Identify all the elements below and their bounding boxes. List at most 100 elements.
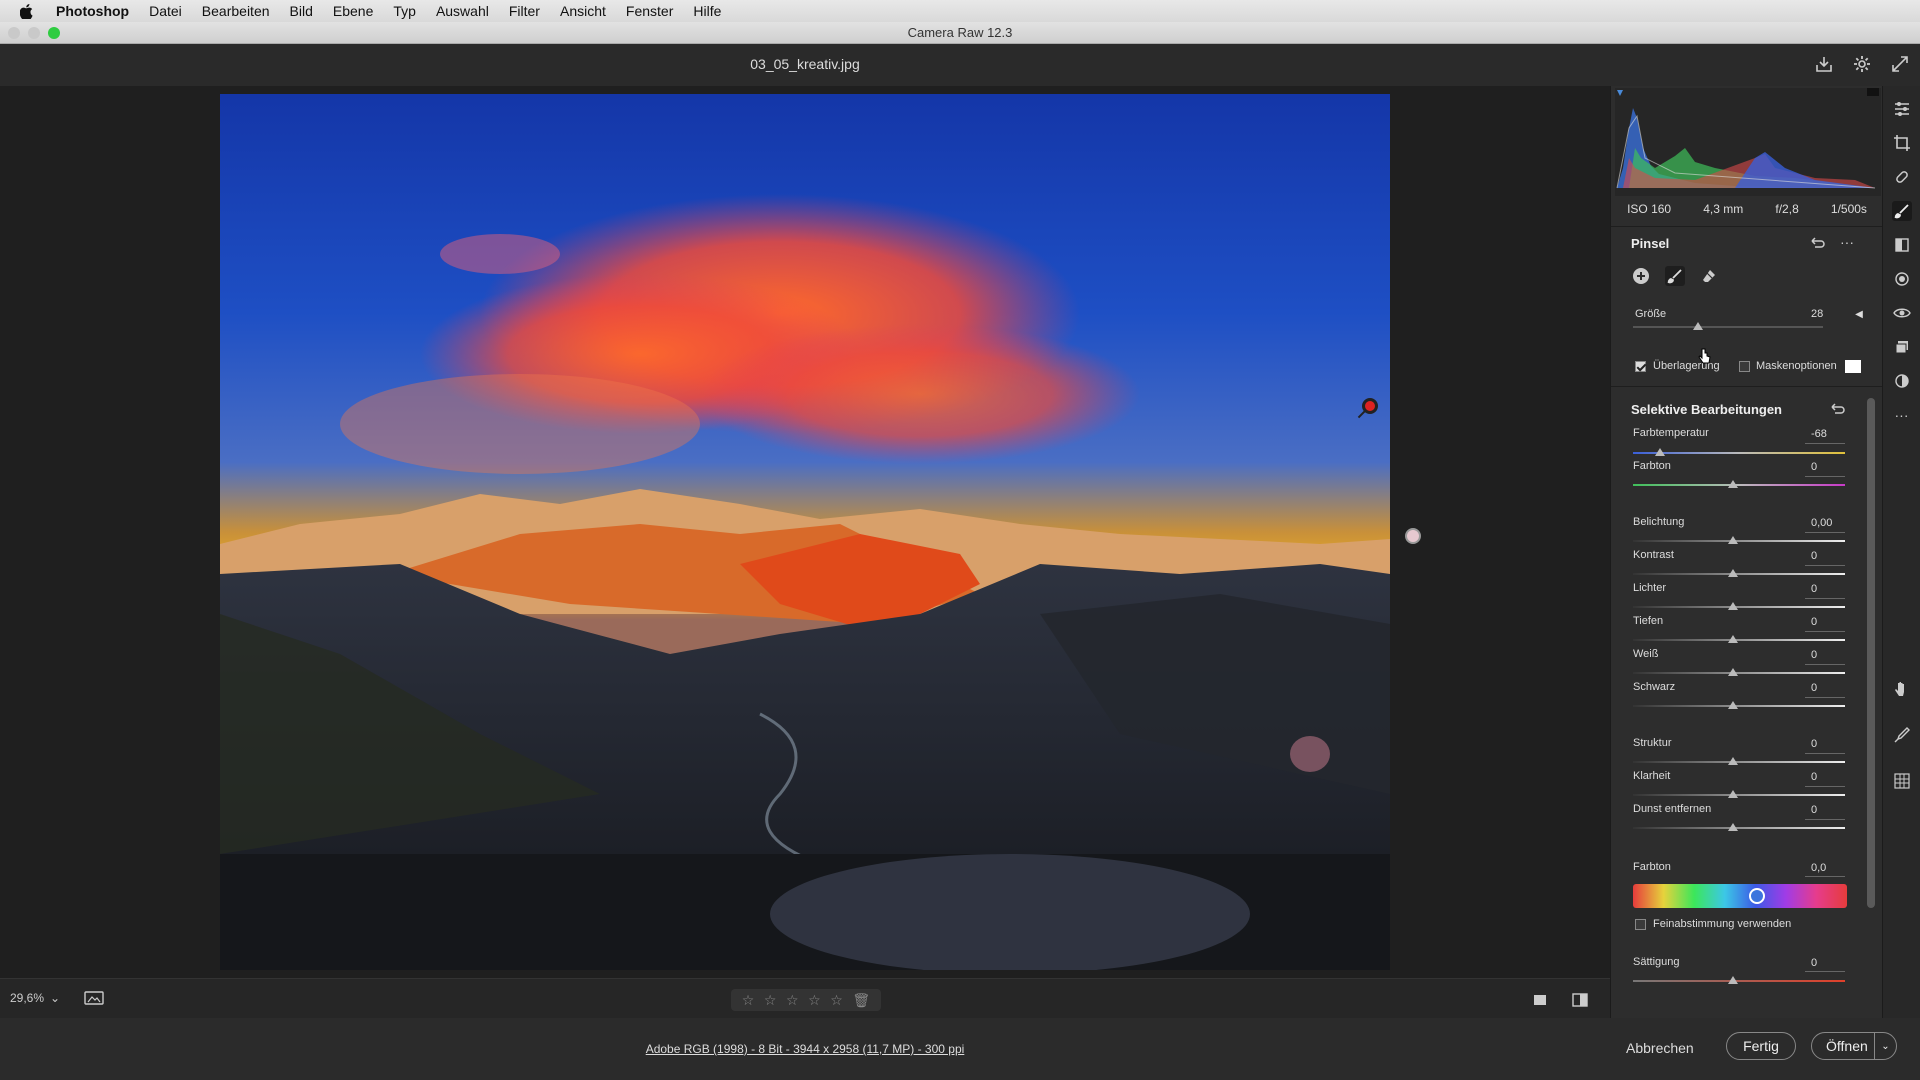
star-icon[interactable]: ☆ <box>830 992 843 1009</box>
menu-filter[interactable]: Filter <box>509 3 540 19</box>
slider-value-blacks[interactable]: 0 <box>1805 680 1845 696</box>
slider-value-shadows[interactable]: 0 <box>1805 614 1845 630</box>
hue-color-bar[interactable] <box>1633 884 1847 908</box>
size-slider-thumb[interactable] <box>1693 322 1703 330</box>
triangle-left-icon[interactable]: ◀ <box>1849 304 1869 324</box>
slider-track-whites[interactable] <box>1633 672 1845 674</box>
cancel-button[interactable]: Abbrechen <box>1626 1040 1694 1056</box>
more-icon[interactable]: ··· <box>1892 405 1912 425</box>
brush-pin[interactable] <box>1405 528 1421 544</box>
slider-value-contrast[interactable]: 0 <box>1805 548 1845 564</box>
hue-knob[interactable] <box>1749 888 1765 904</box>
slider-value-clarity[interactable]: 0 <box>1805 769 1845 785</box>
hand-icon[interactable] <box>1892 679 1912 699</box>
fullscreen-icon[interactable] <box>1890 54 1910 74</box>
brush-icon[interactable] <box>1665 266 1685 286</box>
workflow-options-link[interactable]: Adobe RGB (1998) - 8 Bit - 3944 x 2958 (… <box>0 1042 1610 1056</box>
slider-value-texture[interactable]: 0 <box>1805 736 1845 752</box>
slider-track-shadows[interactable] <box>1633 639 1845 641</box>
size-slider-track[interactable] <box>1633 326 1823 328</box>
grid-icon[interactable] <box>1892 771 1912 791</box>
slider-thumb-exposure[interactable] <box>1728 536 1738 544</box>
crop-icon[interactable] <box>1892 133 1912 153</box>
slider-value-whites[interactable]: 0 <box>1805 647 1845 663</box>
gradient-filter-icon[interactable] <box>1892 235 1912 255</box>
fine-adjust-checkbox[interactable] <box>1635 919 1646 930</box>
slider-thumb-shadows[interactable] <box>1728 635 1738 643</box>
add-brush-icon[interactable] <box>1631 266 1651 286</box>
star-icon[interactable]: ☆ <box>786 992 799 1009</box>
hue-value[interactable]: 0,0 <box>1805 860 1845 876</box>
filmstrip-icon[interactable] <box>84 989 104 1009</box>
slider-track-dehaze[interactable] <box>1633 827 1845 829</box>
slider-track-clarity[interactable] <box>1633 794 1845 796</box>
single-view-icon[interactable] <box>1530 990 1550 1010</box>
gear-icon[interactable] <box>1852 54 1872 74</box>
color-sampler-icon[interactable] <box>1892 725 1912 745</box>
slider-thumb-tint[interactable] <box>1728 480 1738 488</box>
done-button[interactable]: Fertig <box>1726 1032 1796 1060</box>
slider-track-blacks[interactable] <box>1633 705 1845 707</box>
slider-track-tint[interactable] <box>1633 484 1845 486</box>
mask-options-checkbox[interactable] <box>1739 361 1750 372</box>
open-button[interactable]: Öffnen ⌄ <box>1811 1032 1897 1060</box>
save-image-icon[interactable] <box>1814 54 1834 74</box>
menu-typ[interactable]: Typ <box>393 3 416 19</box>
slider-thumb-dehaze[interactable] <box>1728 823 1738 831</box>
star-icon[interactable]: ☆ <box>764 992 777 1009</box>
menu-bearbeiten[interactable]: Bearbeiten <box>202 3 270 19</box>
saturation-slider-track[interactable] <box>1633 980 1845 982</box>
slider-track-contrast[interactable] <box>1633 573 1845 575</box>
close-window-button[interactable] <box>8 27 20 39</box>
brush-pin-active[interactable] <box>1362 398 1378 414</box>
radial-filter-icon[interactable] <box>1892 269 1912 289</box>
edit-sliders-icon[interactable] <box>1892 99 1912 119</box>
menu-datei[interactable]: Datei <box>149 3 182 19</box>
menu-hilfe[interactable]: Hilfe <box>693 3 721 19</box>
before-after-icon[interactable] <box>1570 990 1590 1010</box>
overlay-checkbox[interactable] <box>1635 361 1646 372</box>
slider-thumb-contrast[interactable] <box>1728 569 1738 577</box>
slider-value-exposure[interactable]: 0,00 <box>1805 515 1845 531</box>
more-options-icon[interactable]: ··· <box>1837 232 1857 252</box>
image-canvas[interactable] <box>0 86 1610 978</box>
slider-value-dehaze[interactable]: 0 <box>1805 802 1845 818</box>
snapshots-icon[interactable] <box>1892 337 1912 357</box>
menu-ansicht[interactable]: Ansicht <box>560 3 606 19</box>
star-icon[interactable]: ☆ <box>808 992 821 1009</box>
slider-thumb-clarity[interactable] <box>1728 790 1738 798</box>
slider-value-highlights[interactable]: 0 <box>1805 581 1845 597</box>
maximize-window-button[interactable] <box>48 27 60 39</box>
presets-icon[interactable] <box>1892 371 1912 391</box>
slider-track-highlights[interactable] <box>1633 606 1845 608</box>
preview-image[interactable] <box>220 94 1390 970</box>
menu-auswahl[interactable]: Auswahl <box>436 3 489 19</box>
minimize-window-button[interactable] <box>28 27 40 39</box>
healing-icon[interactable] <box>1892 167 1912 187</box>
slider-thumb-temperature[interactable] <box>1655 448 1665 456</box>
slider-thumb-texture[interactable] <box>1728 757 1738 765</box>
chevron-down-icon[interactable]: ⌄ <box>1874 1033 1896 1059</box>
star-icon[interactable]: ☆ <box>742 992 755 1009</box>
menu-app-photoshop[interactable]: Photoshop <box>56 3 129 19</box>
reset-icon[interactable] <box>1827 398 1847 418</box>
slider-thumb-blacks[interactable] <box>1728 701 1738 709</box>
menu-fenster[interactable]: Fenster <box>626 3 673 19</box>
saturation-value[interactable]: 0 <box>1805 955 1845 971</box>
eraser-icon[interactable] <box>1699 266 1719 286</box>
reset-icon[interactable] <box>1807 232 1827 252</box>
slider-thumb-whites[interactable] <box>1728 668 1738 676</box>
saturation-slider-thumb[interactable] <box>1728 976 1738 984</box>
mask-color-swatch[interactable] <box>1845 360 1861 373</box>
slider-track-texture[interactable] <box>1633 761 1845 763</box>
zoom-control[interactable]: 29,6% ⌄ <box>10 991 60 1005</box>
panel-scrollbar[interactable] <box>1867 398 1875 908</box>
brush-tool-icon[interactable] <box>1891 201 1912 221</box>
slider-track-exposure[interactable] <box>1633 540 1845 542</box>
slider-value-tint[interactable]: 0 <box>1805 459 1845 475</box>
trash-icon[interactable]: 🗑 <box>852 992 870 1009</box>
red-eye-icon[interactable] <box>1892 303 1912 323</box>
slider-value-temperature[interactable]: -68 <box>1805 426 1845 442</box>
menu-ebene[interactable]: Ebene <box>333 3 373 19</box>
size-value[interactable]: 28 <box>1805 306 1845 322</box>
